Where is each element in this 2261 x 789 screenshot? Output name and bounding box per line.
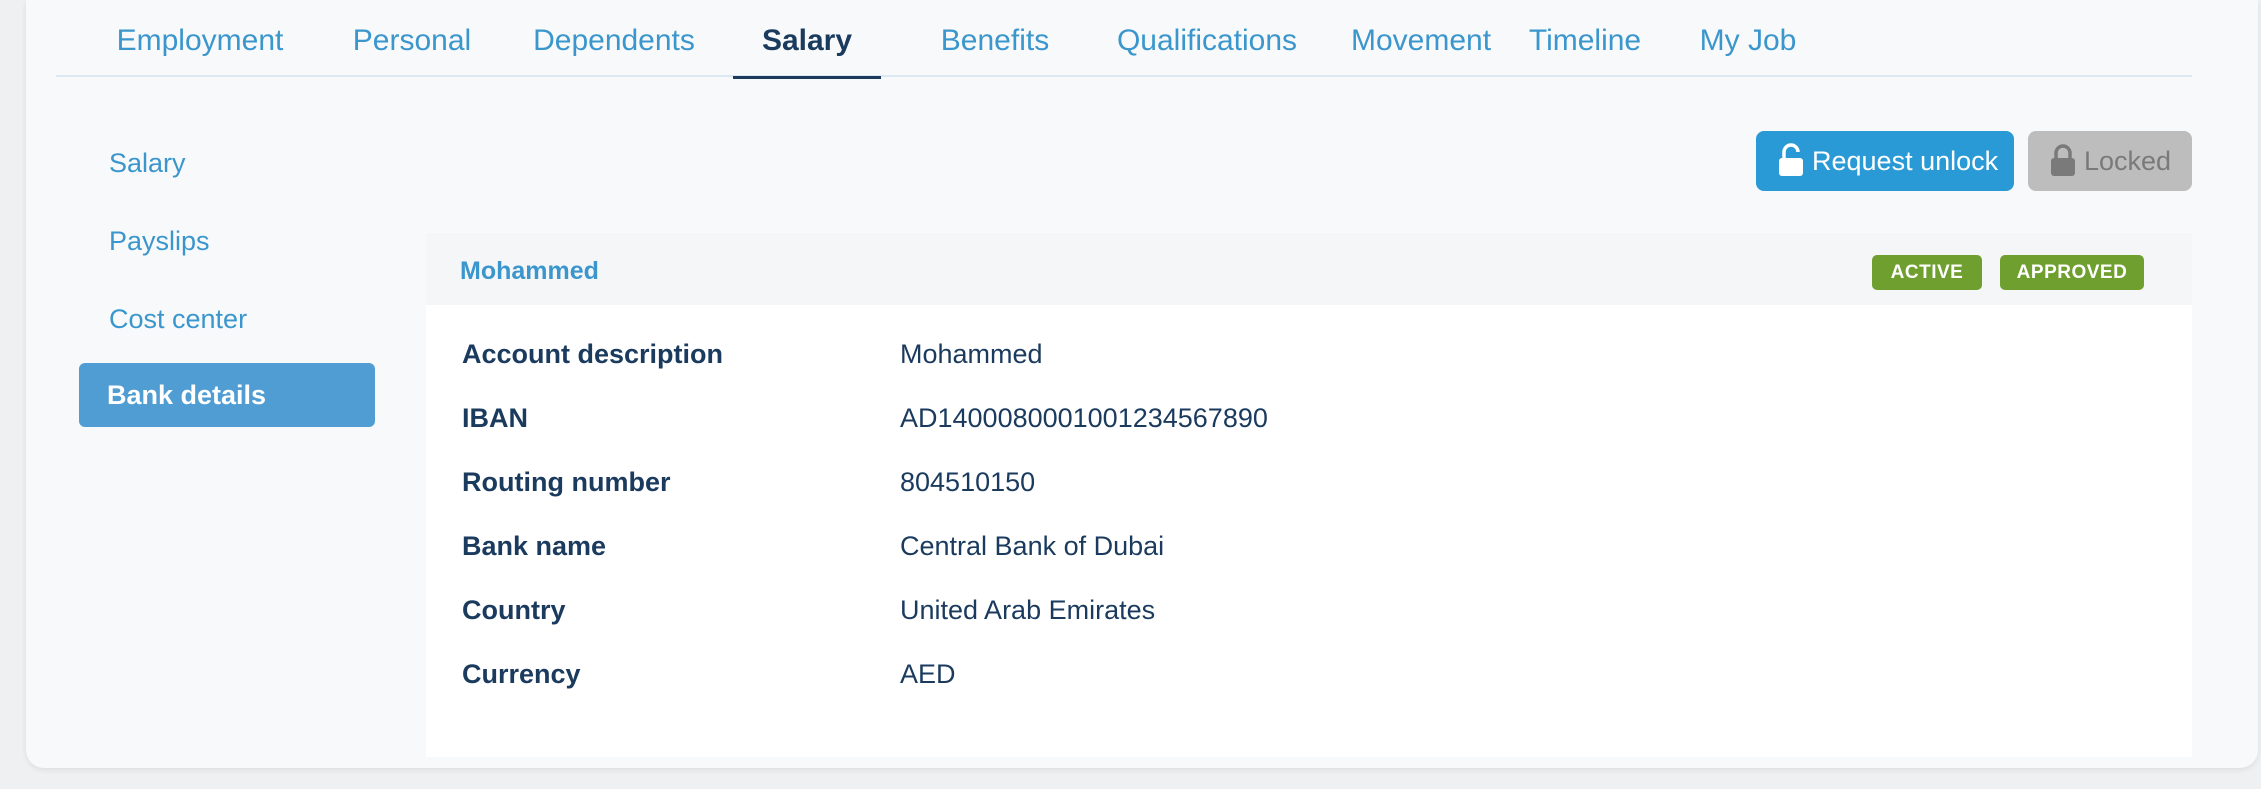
account-title: Mohammed <box>460 257 599 285</box>
unlock-icon <box>1778 143 1804 177</box>
locked-label: Locked <box>2084 145 2172 176</box>
field-label: Bank name <box>462 531 607 561</box>
field-row-routing-number: Routing number 804510150 <box>462 467 2162 507</box>
field-row-account-description: Account description Mohammed <box>462 339 2162 379</box>
request-unlock-button[interactable]: Request unlock <box>1756 131 2014 191</box>
tab-my-job[interactable]: My Job <box>1679 24 1817 77</box>
field-label: Account description <box>462 339 724 369</box>
field-label: Routing number <box>462 467 671 497</box>
field-row-currency: Currency AED <box>462 659 2162 699</box>
field-row-bank-name: Bank name Central Bank of Dubai <box>462 531 2162 571</box>
sidebar-item-payslips[interactable]: Payslips <box>79 209 375 273</box>
bank-account-panel: Mohammed ACTIVE APPROVED Account descrip… <box>426 233 2192 757</box>
field-value: Central Bank of Dubai <box>900 531 1165 561</box>
sidebar-item-cost-center[interactable]: Cost center <box>79 287 375 351</box>
status-badge-active: ACTIVE <box>1872 255 1982 290</box>
locked-button[interactable]: Locked <box>2028 131 2192 191</box>
tab-benefits[interactable]: Benefits <box>915 24 1075 77</box>
tab-employment[interactable]: Employment <box>112 24 288 77</box>
field-label: Country <box>462 595 566 625</box>
tab-movement[interactable]: Movement <box>1345 24 1497 77</box>
field-label: Currency <box>462 659 581 689</box>
status-badge-approved: APPROVED <box>2000 255 2144 290</box>
sidebar-item-bank-details[interactable]: Bank details <box>79 363 375 427</box>
field-row-iban: IBAN AD1400080001001234567890 <box>462 403 2162 443</box>
field-value: 804510150 <box>900 467 1036 497</box>
panel-header: Mohammed ACTIVE APPROVED <box>426 233 2192 305</box>
tab-qualifications[interactable]: Qualifications <box>1090 24 1324 77</box>
tab-bar: Employment Personal Dependents Salary Be… <box>56 0 2192 79</box>
field-value: Mohammed <box>900 339 1043 369</box>
tab-timeline[interactable]: Timeline <box>1521 24 1649 77</box>
field-value: AD1400080001001234567890 <box>900 403 1268 433</box>
tab-dependents[interactable]: Dependents <box>528 24 700 77</box>
lock-icon <box>2050 143 2076 177</box>
request-unlock-label: Request unlock <box>1812 145 1999 176</box>
field-label: IBAN <box>462 403 528 433</box>
tab-personal[interactable]: Personal <box>349 24 475 77</box>
sidebar-item-salary[interactable]: Salary <box>79 131 375 195</box>
field-value: AED <box>900 659 956 689</box>
tab-salary[interactable]: Salary <box>733 24 881 79</box>
field-row-country: Country United Arab Emirates <box>462 595 2162 635</box>
field-value: United Arab Emirates <box>900 595 1156 625</box>
